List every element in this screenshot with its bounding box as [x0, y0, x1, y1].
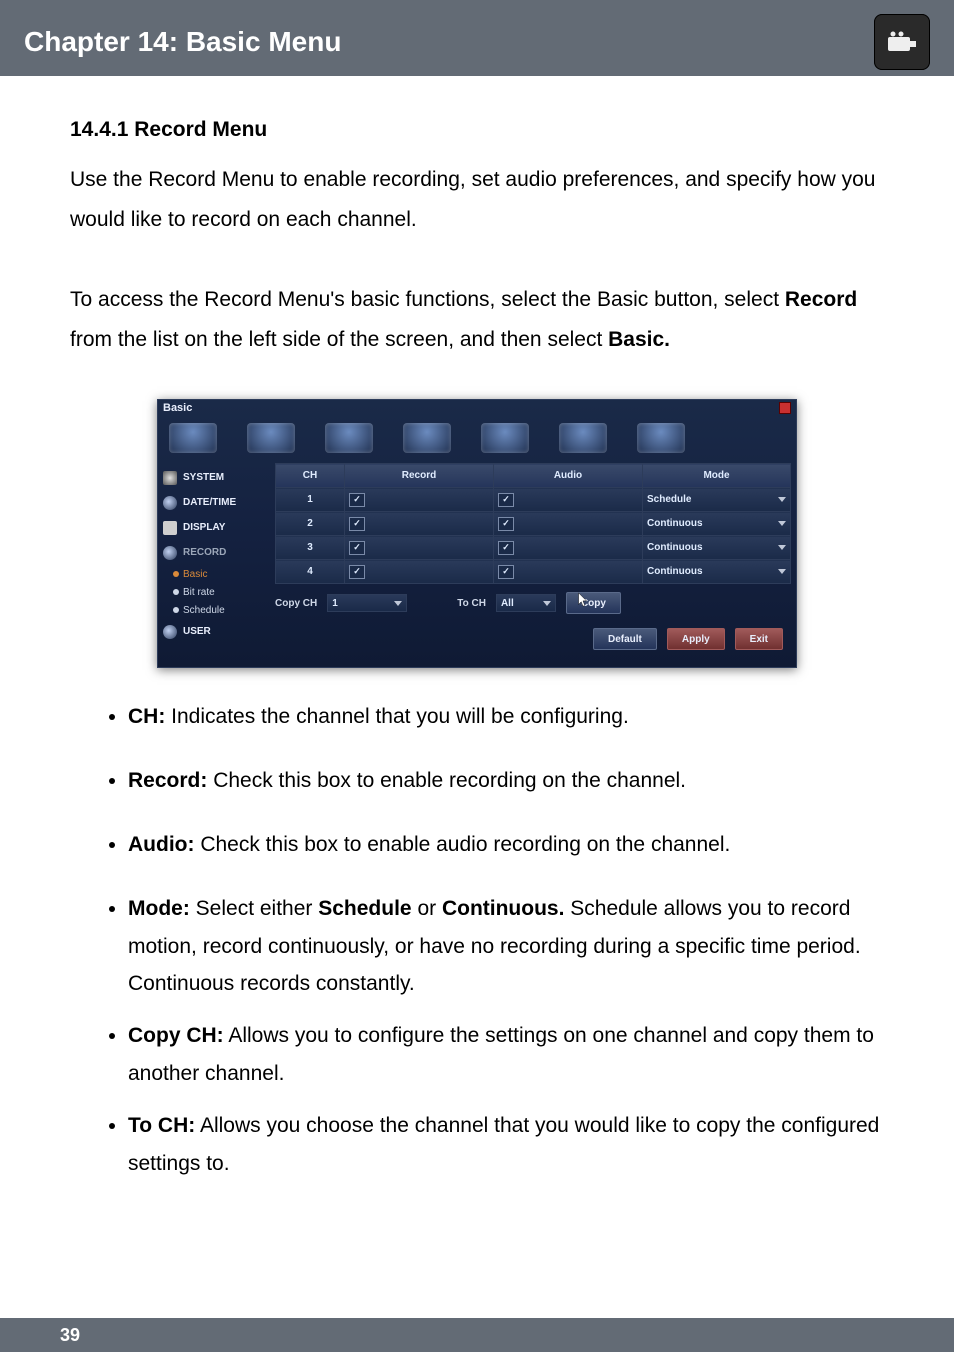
- page-number: 39: [60, 1325, 80, 1346]
- intro-paragraph-1: Use the Record Menu to enable recording,…: [70, 160, 884, 240]
- subitem-bitrate[interactable]: Bit rate: [157, 583, 275, 601]
- page-footer: 39: [0, 1318, 954, 1352]
- cell-ch: 2: [276, 512, 345, 536]
- copy-ch-select[interactable]: 1: [327, 594, 407, 612]
- cell-mode[interactable]: Continuous: [643, 512, 791, 536]
- exit-button[interactable]: Exit: [735, 628, 783, 650]
- bullet-icon: [173, 571, 179, 577]
- top-icon-7[interactable]: [637, 423, 685, 453]
- chapter-title: Chapter 14: Basic Menu: [24, 26, 930, 58]
- cell-record[interactable]: ✓: [345, 536, 494, 560]
- user-icon: [163, 625, 177, 639]
- intro-paragraph-2: To access the Record Menu's basic functi…: [70, 280, 884, 360]
- checkbox-icon[interactable]: ✓: [349, 493, 365, 507]
- top-icon-1[interactable]: [169, 423, 217, 453]
- subitem-schedule[interactable]: Schedule: [157, 601, 275, 619]
- record-icon: [163, 546, 177, 560]
- table-row: 3 ✓ ✓ Continuous: [276, 536, 791, 560]
- cell-ch: 1: [276, 488, 345, 512]
- checkbox-icon[interactable]: ✓: [498, 565, 514, 579]
- cell-audio[interactable]: ✓: [494, 536, 643, 560]
- checkbox-icon[interactable]: ✓: [498, 541, 514, 555]
- gear-icon: [163, 471, 177, 485]
- top-icon-5[interactable]: [481, 423, 529, 453]
- col-mode: Mode: [643, 464, 791, 488]
- list-item: Record: Check this box to enable recordi…: [128, 762, 884, 800]
- bullet-icon: [173, 589, 179, 595]
- checkbox-icon[interactable]: ✓: [498, 493, 514, 507]
- chapter-header: Chapter 14: Basic Menu: [0, 0, 954, 76]
- col-record: Record: [345, 464, 494, 488]
- checkbox-icon[interactable]: ✓: [498, 517, 514, 531]
- dvr-window-title: Basic: [163, 399, 192, 417]
- to-ch-select[interactable]: All: [496, 594, 556, 612]
- chevron-down-icon: [543, 601, 551, 606]
- cell-record[interactable]: ✓: [345, 488, 494, 512]
- cell-ch: 4: [276, 560, 345, 584]
- cell-audio[interactable]: ✓: [494, 488, 643, 512]
- list-item: To CH: Allows you choose the channel tha…: [128, 1107, 884, 1183]
- chevron-down-icon: [778, 545, 786, 550]
- chevron-down-icon: [778, 497, 786, 502]
- list-item: Mode: Select either Schedule or Continuo…: [128, 890, 884, 1003]
- to-ch-label: To CH: [457, 594, 486, 613]
- checkbox-icon[interactable]: ✓: [349, 565, 365, 579]
- list-item: Copy CH: Allows you to configure the set…: [128, 1017, 884, 1093]
- top-icon-3[interactable]: [325, 423, 373, 453]
- chevron-down-icon: [394, 601, 402, 606]
- col-audio: Audio: [494, 464, 643, 488]
- cell-audio[interactable]: ✓: [494, 512, 643, 536]
- cell-mode[interactable]: Continuous: [643, 560, 791, 584]
- checkbox-icon[interactable]: ✓: [349, 541, 365, 555]
- top-icon-6[interactable]: [559, 423, 607, 453]
- cell-mode[interactable]: Continuous: [643, 536, 791, 560]
- cell-ch: 3: [276, 536, 345, 560]
- copy-button[interactable]: Copy: [566, 592, 621, 614]
- checkbox-icon[interactable]: ✓: [349, 517, 365, 531]
- sidebar-item-record[interactable]: RECORD: [157, 540, 275, 565]
- dvr-content: CH Record Audio Mode 1 ✓ ✓ Schedule: [275, 463, 797, 668]
- top-icon-4[interactable]: [403, 423, 451, 453]
- definition-list: CH: Indicates the channel that you will …: [70, 698, 884, 1182]
- table-row: 4 ✓ ✓ Continuous: [276, 560, 791, 584]
- sidebar-item-datetime[interactable]: DATE/TIME: [157, 490, 275, 515]
- list-item: CH: Indicates the channel that you will …: [128, 698, 884, 736]
- sidebar-item-system[interactable]: SYSTEM: [157, 465, 275, 490]
- dvr-titlebar: Basic: [157, 399, 797, 417]
- top-icon-2[interactable]: [247, 423, 295, 453]
- dvr-screenshot: Basic SYSTEM: [157, 399, 797, 668]
- record-table: CH Record Audio Mode 1 ✓ ✓ Schedule: [275, 463, 791, 584]
- sidebar-item-display[interactable]: DISPLAY: [157, 515, 275, 540]
- apply-button[interactable]: Apply: [667, 628, 725, 650]
- cell-mode[interactable]: Schedule: [643, 488, 791, 512]
- subitem-basic[interactable]: Basic: [157, 565, 275, 583]
- sidebar-item-user[interactable]: USER: [157, 619, 275, 644]
- default-button[interactable]: Default: [593, 628, 657, 650]
- bullet-icon: [173, 607, 179, 613]
- dvr-sidebar: SYSTEM DATE/TIME DISPLAY RECORD: [157, 463, 275, 668]
- cell-record[interactable]: ✓: [345, 512, 494, 536]
- dvr-top-icons: [157, 417, 797, 463]
- chevron-down-icon: [778, 569, 786, 574]
- copy-row: Copy CH 1 To CH All Copy: [275, 592, 791, 614]
- clock-icon: [163, 496, 177, 510]
- close-icon[interactable]: [779, 402, 791, 414]
- monitor-icon: [163, 521, 177, 535]
- cell-audio[interactable]: ✓: [494, 560, 643, 584]
- chevron-down-icon: [778, 521, 786, 526]
- cell-record[interactable]: ✓: [345, 560, 494, 584]
- cursor-icon: [577, 592, 589, 608]
- col-ch: CH: [276, 464, 345, 488]
- list-item: Audio: Check this box to enable audio re…: [128, 826, 884, 864]
- table-row: 1 ✓ ✓ Schedule: [276, 488, 791, 512]
- copy-ch-label: Copy CH: [275, 594, 317, 613]
- section-heading: 14.4.1 Record Menu: [70, 110, 884, 150]
- table-row: 2 ✓ ✓ Continuous: [276, 512, 791, 536]
- camera-icon: [874, 14, 930, 70]
- dvr-bottom-buttons: Default Apply Exit: [275, 614, 791, 658]
